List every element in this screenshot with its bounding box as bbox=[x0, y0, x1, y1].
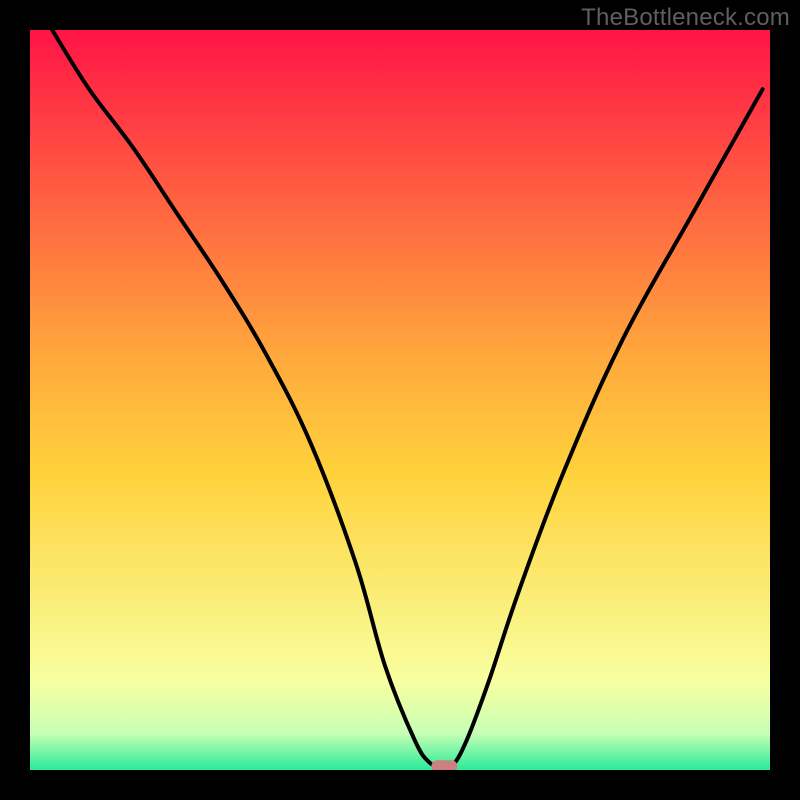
watermark-text: TheBottleneck.com bbox=[581, 4, 790, 32]
gradient-background bbox=[30, 30, 770, 770]
bottleneck-chart bbox=[30, 30, 770, 770]
chart-frame: TheBottleneck.com bbox=[0, 0, 800, 800]
valley-marker bbox=[431, 760, 457, 770]
